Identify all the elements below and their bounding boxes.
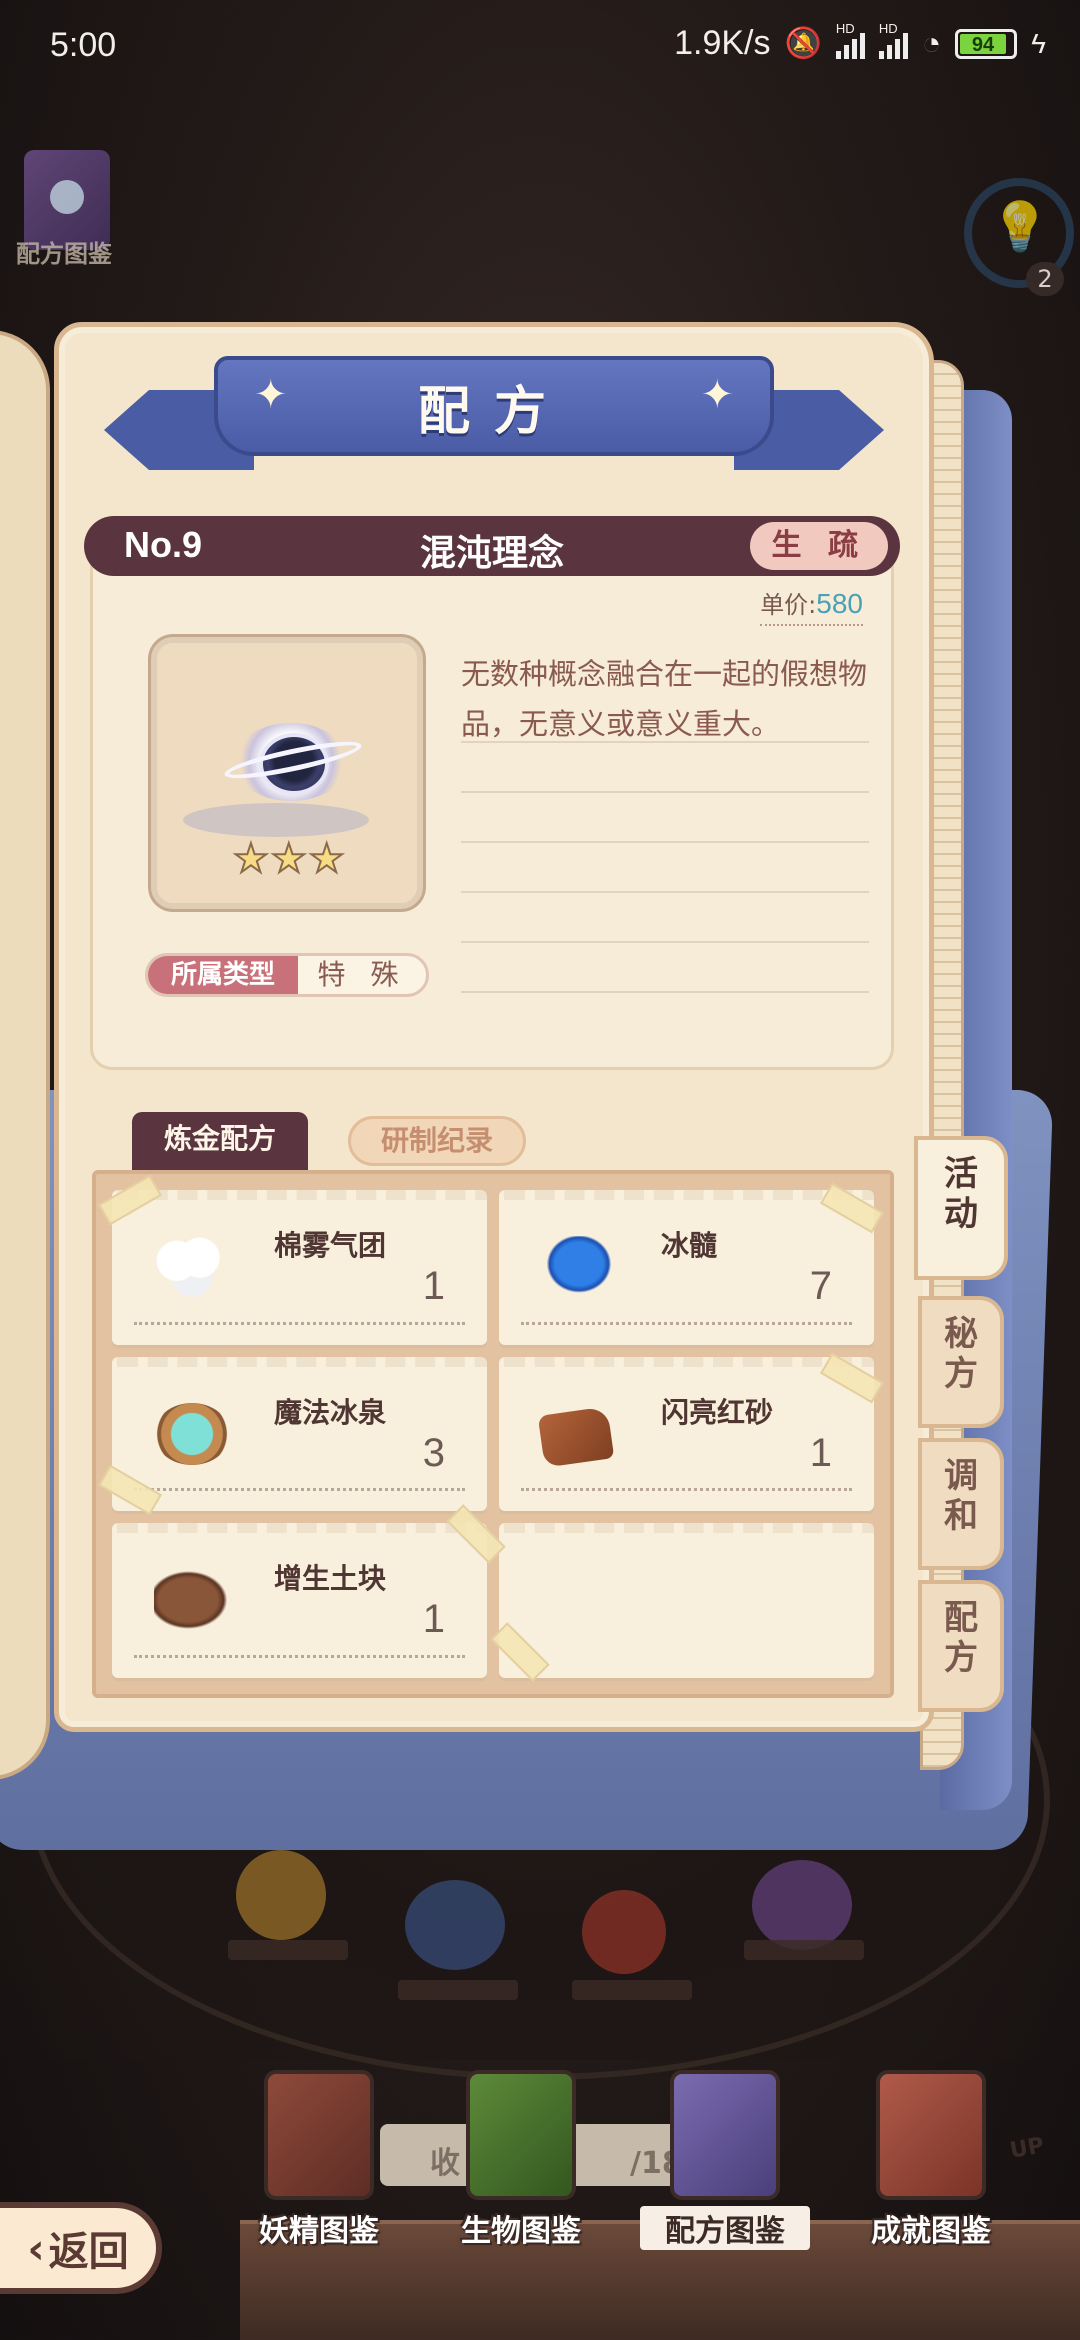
- nav-label: 成就图鉴: [871, 2214, 991, 2249]
- nav-recipe-guide[interactable]: 配方图鉴: [640, 2070, 810, 2250]
- ingredient-card[interactable]: 棉雾气团 1: [112, 1190, 487, 1345]
- flask-icon: [50, 180, 84, 214]
- item-description: 无数种概念融合在一起的假想物品，无意义或意义重大。: [461, 657, 868, 741]
- type-value: 特 殊: [317, 958, 407, 991]
- wifi-icon: ◔: [921, 25, 942, 61]
- price-label: 单价:: [760, 591, 817, 619]
- status-bar: 5:00 1.9K/s 🔕 HD HD ◔ 94 ϟ: [0, 0, 1080, 96]
- bg-pedestal: [228, 1940, 348, 1960]
- tab-alchemy-recipe[interactable]: 炼金配方: [132, 1112, 308, 1170]
- sparkle-icon: ✦: [700, 372, 734, 418]
- familiarity-badge: 生 疏: [749, 522, 888, 570]
- ingredient-card[interactable]: 魔法冰泉 3: [112, 1356, 487, 1512]
- ingredient-qty: 3: [422, 1430, 445, 1475]
- nav-label: 生物图鉴: [461, 2214, 581, 2249]
- recipe-book-shortcut-label: 配方图鉴: [16, 240, 112, 268]
- ingredient-name: 增生土块: [274, 1562, 387, 1596]
- bg-pedestal: [398, 1980, 518, 2000]
- lightbulb-icon: 💡: [990, 199, 1050, 255]
- chaos-concept-icon: [222, 711, 364, 811]
- ingredient-name: 闪亮红砂: [661, 1395, 774, 1429]
- ice-marrow-icon: [541, 1236, 617, 1298]
- page-title: 配方: [417, 381, 570, 442]
- star-icon: ★: [270, 836, 308, 882]
- ingredient-grid: 棉雾气团 1 冰髓 7 魔法冰泉 3 闪亮红砂 1 增生土块 1: [92, 1170, 894, 1698]
- sparkle-icon: ✦: [254, 372, 288, 418]
- nav-fairy-guide[interactable]: 妖精图鉴: [234, 2070, 404, 2250]
- red-sand-icon: [537, 1406, 615, 1468]
- empty-ingredient-slot: [499, 1523, 874, 1678]
- charging-icon: ϟ: [1031, 27, 1046, 59]
- status-time: 5:00: [50, 26, 117, 64]
- title-banner: 配方 ✦ ✦: [104, 350, 884, 480]
- ingredient-card[interactable]: 增生土块 1: [112, 1523, 487, 1678]
- crown-book-icon: [876, 2070, 986, 2200]
- item-type: 所属类型 特 殊: [145, 953, 429, 997]
- price-value: 580: [816, 588, 863, 619]
- chevron-left-icon: ‹: [27, 2223, 45, 2273]
- cotton-cloud-icon: [154, 1236, 230, 1298]
- bg-plant-red: [582, 1890, 666, 1974]
- side-tab-label: 活动: [944, 1154, 978, 1234]
- bg-plant-purple: [752, 1860, 852, 1950]
- bg-plant-blue: [405, 1880, 505, 1970]
- bg-plant-yellow: [236, 1850, 326, 1940]
- recipe-title-bar: No.9 混沌理念 生 疏: [84, 516, 900, 576]
- creature-book-icon: [466, 2070, 576, 2200]
- side-tab-blend[interactable]: 调和: [918, 1438, 1004, 1570]
- ingredient-qty: 1: [422, 1597, 445, 1642]
- recipe-book-icon: [670, 2070, 780, 2200]
- ingredient-qty: 1: [809, 1430, 832, 1475]
- side-tab-secret[interactable]: 秘方: [918, 1296, 1004, 1428]
- nav-label: 妖精图鉴: [259, 2214, 379, 2249]
- fairy-book-icon: [264, 2070, 374, 2200]
- back-label: 返回: [48, 2229, 129, 2275]
- signal-icon: HD: [878, 21, 908, 59]
- ingredient-name: 冰髓: [661, 1229, 718, 1262]
- bg-pedestal: [744, 1940, 864, 1960]
- side-tab-recipe[interactable]: 配方: [918, 1580, 1004, 1712]
- star-icon: ★: [308, 836, 346, 882]
- side-tab-label: 配方: [944, 1598, 978, 1678]
- star-icon: ★: [232, 836, 270, 882]
- ingredient-card[interactable]: 闪亮红砂 1: [499, 1356, 874, 1512]
- item-image-frame[interactable]: ★ ★ ★: [151, 637, 423, 909]
- magic-spring-icon: [154, 1402, 230, 1465]
- side-tab-label: 秘方: [944, 1314, 978, 1394]
- nav-creature-guide[interactable]: 生物图鉴: [436, 2070, 606, 2250]
- nav-achievement-guide[interactable]: 成就图鉴: [846, 2070, 1016, 2250]
- battery-level: 94: [960, 33, 1006, 56]
- bg-pedestal: [572, 1980, 692, 2000]
- rarity-stars: ★ ★ ★: [232, 836, 346, 882]
- ingredient-name: 棉雾气团: [274, 1229, 387, 1262]
- side-tab-label: 调和: [944, 1456, 978, 1536]
- tab-research-log[interactable]: 研制纪录: [348, 1116, 526, 1166]
- ingredient-qty: 1: [422, 1264, 445, 1308]
- ingredient-card[interactable]: 冰髓 7: [499, 1190, 874, 1345]
- type-label: 所属类型: [148, 956, 298, 994]
- ingredient-qty: 7: [809, 1264, 832, 1308]
- mute-icon: 🔕: [784, 27, 822, 60]
- back-button[interactable]: ‹ 返回: [0, 2202, 162, 2294]
- battery-icon: 94: [955, 28, 1018, 59]
- nav-label: 配方图鉴: [640, 2206, 810, 2250]
- signal-icon: HD: [835, 21, 865, 59]
- unit-price: 单价:580: [760, 585, 863, 626]
- net-speed: 1.9K/s: [674, 24, 771, 62]
- hint-count-badge: 2: [1026, 262, 1064, 296]
- banner-body: 配方: [214, 356, 774, 456]
- book-left-page: [0, 330, 50, 1780]
- soil-clod-icon: [154, 1569, 230, 1632]
- recipe-info-card: 单价:580 ★ ★ ★ 所属类型 特 殊 无数种概念融合在一起的假想物品，无意…: [90, 560, 894, 1070]
- side-tab-event[interactable]: 活动: [914, 1136, 1008, 1280]
- ingredient-name: 魔法冰泉: [274, 1395, 387, 1429]
